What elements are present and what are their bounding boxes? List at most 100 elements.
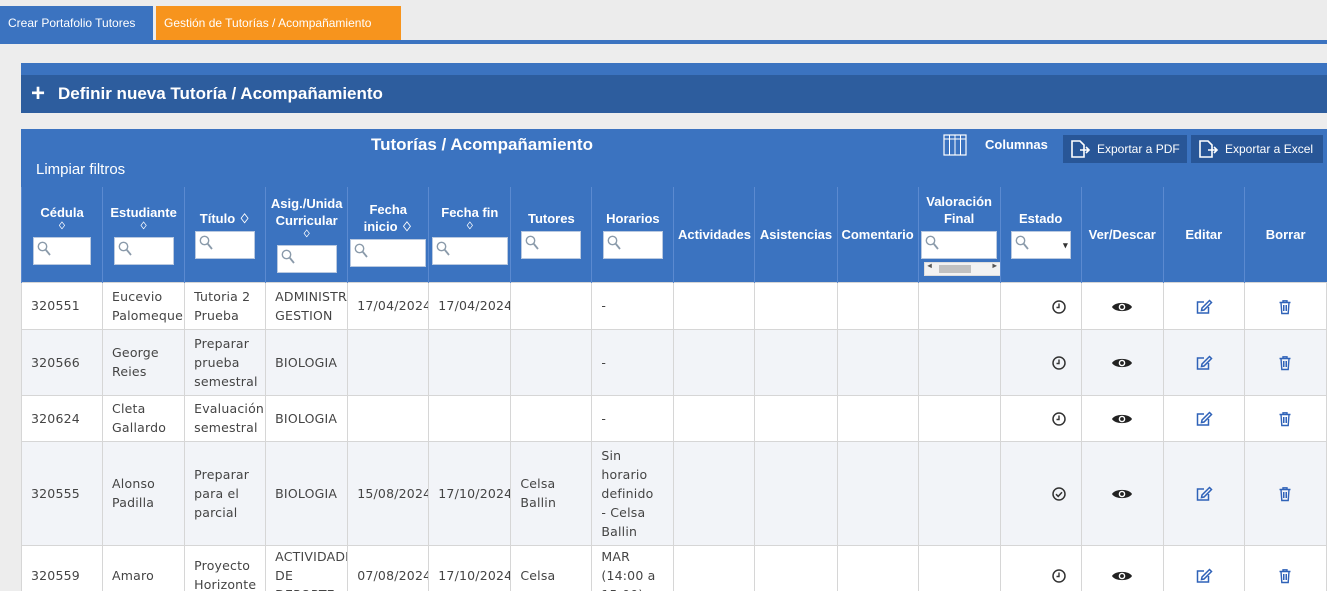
column-filter-input[interactable] (521, 230, 582, 259)
cell-comentarios (836, 328, 919, 396)
cell-estudiante-line: Palomeque (112, 307, 184, 323)
column-filter-input[interactable] (195, 230, 256, 259)
column-filter-input[interactable] (33, 236, 92, 265)
column-header-label: Editar (1185, 226, 1223, 242)
cell-cedula: 320566 (21, 328, 104, 396)
table-row[interactable]: 320559 Amaro Proyecto Horizonte ACTIVIDADE DE… (21, 544, 1327, 591)
cell-horarios-line: horario (601, 466, 648, 482)
search-icon (925, 235, 939, 250)
edit-icon[interactable] (1195, 298, 1213, 315)
column-header[interactable]: Horarios (591, 187, 674, 282)
column-header[interactable]: Título ♢ (184, 187, 266, 282)
column-header[interactable]: Borrar (1243, 187, 1327, 282)
edit-icon[interactable] (1195, 486, 1213, 502)
eye-icon[interactable] (1111, 412, 1133, 426)
column-filter-input[interactable] (431, 236, 508, 265)
table-row[interactable]: 320555 Alonso Padilla Preparar para el parcia… (21, 440, 1327, 546)
column-header[interactable]: Comentario (836, 187, 919, 282)
cell-horarios-line: Sin (601, 447, 622, 463)
trash-icon[interactable] (1278, 486, 1292, 502)
sort-icon[interactable]: ♢ (24, 221, 100, 233)
column-filter-input[interactable] (921, 230, 998, 259)
column-header-label: Curricular (275, 213, 338, 229)
cell-estudiante-line: Amaro (112, 567, 154, 583)
columns-button[interactable]: Columnas (985, 137, 1048, 152)
cell-actividades (673, 440, 756, 546)
column-header[interactable]: Valoración Final ◂ ▸ (917, 187, 1001, 282)
trash-icon[interactable] (1278, 299, 1292, 315)
table-row[interactable]: 320551 Eucevio Palomeque Tutoria 2 Prueba ADM… (21, 281, 1327, 330)
column-filter-input[interactable] (113, 236, 174, 265)
column-header[interactable]: Fecha inicio ♢ (347, 187, 429, 282)
trash-icon[interactable] (1278, 355, 1292, 371)
cell-editar (1162, 544, 1245, 591)
cell-tutores-line: Ballin (520, 495, 557, 510)
cell-fecha-fin-line: 17/10/2024 (438, 485, 511, 501)
scroll-right-icon[interactable]: ▸ (993, 261, 997, 270)
column-header[interactable]: Asistencias (754, 187, 838, 282)
sort-icon[interactable]: ♢ (105, 221, 182, 233)
trash-icon[interactable] (1278, 568, 1292, 584)
cell-titulo-line: Preparar (194, 335, 250, 351)
sort-icon[interactable]: ♢ (431, 221, 508, 233)
cell-ver (1080, 394, 1164, 442)
edit-icon[interactable] (1195, 568, 1213, 584)
column-header[interactable]: Fecha fin ♢ (428, 187, 511, 282)
column-filter-input[interactable] (350, 239, 427, 268)
column-header[interactable]: Editar (1162, 187, 1245, 282)
column-filter-input[interactable] (602, 230, 663, 259)
export-excel-button[interactable]: Exportar a Excel (1191, 135, 1323, 163)
cell-titulo: Preparar para el parcial (184, 440, 267, 546)
cell-fecha-fin (428, 394, 512, 442)
column-filter-input[interactable]: ▾ (1010, 230, 1071, 259)
edit-icon[interactable] (1195, 411, 1213, 427)
cell-estudiante-line: Alonso (112, 476, 156, 491)
eye-icon[interactable] (1111, 300, 1133, 314)
column-header[interactable]: Asig./Unida Curricular ♢ (265, 187, 348, 282)
cell-comentarios (836, 440, 919, 546)
horizontal-scrollbar[interactable]: ◂ ▸ (923, 261, 1001, 276)
edit-icon[interactable] (1195, 355, 1213, 371)
chevron-down-icon[interactable]: ▾ (1063, 235, 1068, 255)
sort-icon[interactable]: ♢ (268, 229, 345, 241)
cell-cedula: 320559 (21, 544, 104, 591)
cell-ver (1080, 328, 1164, 396)
export-pdf-button[interactable]: Exportar a PDF (1063, 135, 1187, 163)
cell-titulo-line: Evaluación (194, 401, 265, 416)
cell-tutores (510, 328, 593, 396)
tab-gestion-tutorias[interactable]: Gestión de Tutorías / Acompañamiento (156, 6, 401, 40)
cell-borrar (1243, 394, 1327, 442)
table-row[interactable]: 320624 Cleta Gallardo Evaluación semestral BI… (21, 394, 1327, 442)
export-file-icon (1199, 140, 1219, 158)
column-header[interactable]: Tutores (510, 187, 592, 282)
column-header[interactable]: Actividades (673, 187, 755, 282)
search-icon (525, 235, 540, 250)
eye-icon[interactable] (1111, 569, 1133, 583)
cell-asignatura-line: BIOLOGIA (275, 354, 338, 370)
scroll-thumb[interactable] (938, 264, 971, 273)
cell-horarios: - (591, 281, 675, 330)
cell-tutores: Celsa Ballin (510, 440, 593, 546)
cell-fecha-inicio-line: 07/08/2024 (357, 567, 429, 583)
cell-borrar (1243, 440, 1327, 546)
trash-icon[interactable] (1278, 411, 1292, 427)
eye-icon[interactable] (1111, 356, 1133, 370)
column-header[interactable]: Estudiante ♢ (102, 187, 185, 282)
scroll-left-icon[interactable]: ◂ (928, 261, 932, 270)
columns-icon[interactable] (943, 134, 967, 156)
column-header[interactable]: Estado ▾ (999, 187, 1082, 282)
clock-icon (1051, 412, 1066, 426)
new-tutoria-bar[interactable]: + Definir nueva Tutoría / Acompañamiento (21, 63, 1327, 113)
tab-crear-portafolio[interactable]: Crear Portafolio Tutores (0, 6, 153, 40)
cell-asignatura-line: GESTION (275, 307, 333, 323)
eye-icon[interactable] (1111, 487, 1133, 501)
column-header[interactable]: Ver/Descar (1080, 187, 1164, 282)
clear-filters-link[interactable]: Limpiar filtros (36, 161, 125, 178)
search-icon (607, 235, 621, 250)
cell-titulo-line: Preparar (194, 466, 250, 482)
column-header[interactable]: Cédula ♢ (21, 187, 103, 282)
cell-comentarios (836, 281, 919, 330)
table-row[interactable]: 320566 George Reies Preparar prueba semestral… (21, 328, 1327, 396)
column-filter-input[interactable] (276, 245, 337, 274)
cell-horarios: - (591, 328, 675, 396)
